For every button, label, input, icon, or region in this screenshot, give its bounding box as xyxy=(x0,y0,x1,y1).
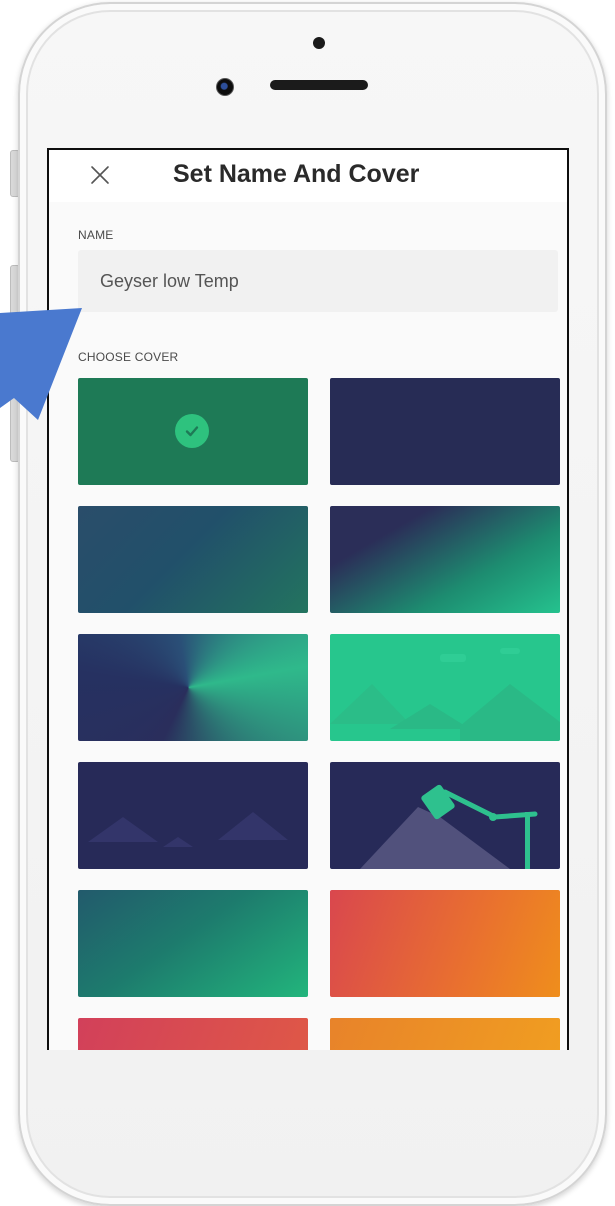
pointer-arrow-icon xyxy=(0,308,82,420)
proximity-sensor xyxy=(313,37,325,49)
cover-option-conic-navy-green[interactable] xyxy=(78,634,308,741)
mountains-illustration xyxy=(88,812,288,847)
cover-option-navy-lamp[interactable] xyxy=(330,762,560,869)
cover-option-gradient-pink-red[interactable] xyxy=(78,1018,308,1050)
app-screen: Set Name And Cover NAME CHOOSE COVER xyxy=(47,148,569,1050)
page-title: Set Name And Cover xyxy=(173,160,420,188)
header: Set Name And Cover xyxy=(49,150,567,202)
cover-option-gradient-teal-navy[interactable] xyxy=(78,506,308,613)
name-input[interactable] xyxy=(78,250,558,312)
cover-option-navy-mountains[interactable] xyxy=(78,762,308,869)
cover-option-gradient-red-orange[interactable] xyxy=(330,890,560,997)
cover-option-gradient-orange-yellow[interactable] xyxy=(330,1018,560,1050)
choose-cover-label: CHOOSE COVER xyxy=(78,350,179,364)
close-button[interactable] xyxy=(85,160,115,190)
cover-option-solid-navy[interactable] xyxy=(330,378,560,485)
selected-check-icon xyxy=(175,414,209,448)
close-icon xyxy=(91,166,109,184)
cover-option-gradient-teal-green[interactable] xyxy=(78,890,308,997)
mountains-illustration xyxy=(330,648,560,741)
form-content: NAME CHOOSE COVER xyxy=(49,202,567,1050)
cover-option-gradient-navy-green[interactable] xyxy=(330,506,560,613)
name-label: NAME xyxy=(78,228,114,242)
earpiece-speaker xyxy=(270,80,368,90)
lamp-illustration xyxy=(360,784,538,869)
cover-option-green-mountains[interactable] xyxy=(330,634,560,741)
front-camera xyxy=(216,78,234,96)
cover-option-solid-green[interactable] xyxy=(78,378,308,485)
